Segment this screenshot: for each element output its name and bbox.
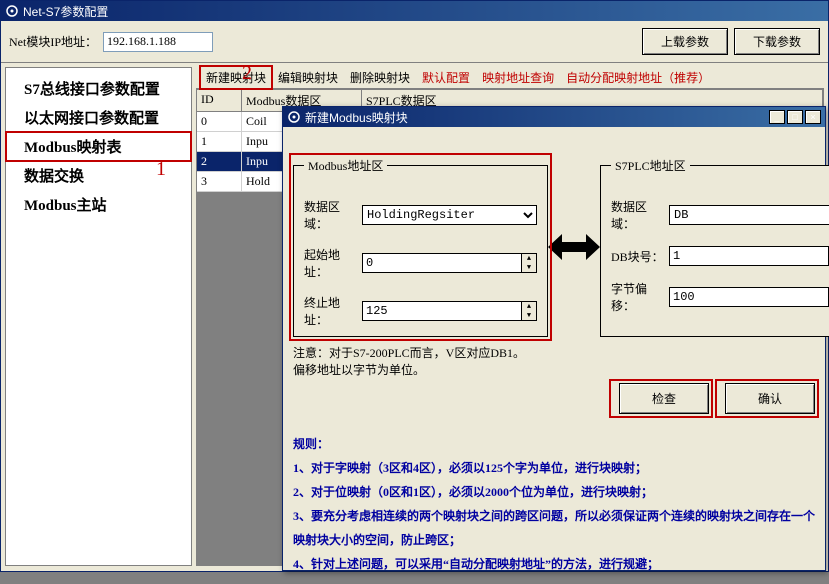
- tool-new-map[interactable]: 新建映射块: [200, 66, 272, 89]
- sidebar-item-s7bus[interactable]: S7总线接口参数配置: [6, 74, 191, 103]
- tool-edit-map[interactable]: 编辑映射块: [272, 66, 344, 89]
- main-title: Net-S7参数配置: [23, 3, 108, 20]
- tool-delete-map[interactable]: 删除映射块: [344, 66, 416, 89]
- sidebar: S7总线接口参数配置 以太网接口参数配置 Modbus映射表 数据交换 Modb…: [5, 67, 192, 566]
- modbus-data-area-label: 数据区域：: [304, 198, 362, 232]
- sidebar-item-modbus-map[interactable]: Modbus映射表: [6, 132, 191, 161]
- bidirectional-arrow-icon: [548, 225, 600, 269]
- modbus-end-label: 终止地址：: [304, 294, 362, 328]
- s7-dbnum-label: DB块号：: [611, 248, 669, 265]
- s7-offset-input[interactable]: [669, 287, 828, 307]
- s7-data-area-select[interactable]: DB: [669, 205, 829, 225]
- upload-button[interactable]: 上载参数: [642, 28, 728, 55]
- toolbar: 新建映射块 编辑映射块 删除映射块 默认配置 映射地址查询 自动分配映射地址（推…: [196, 67, 824, 89]
- rules-text: 规则： 1、对于字映射（3区和4区），必须以125个字为单位，进行块映射； 2、…: [293, 432, 815, 576]
- dialog-title: 新建Modbus映射块: [305, 109, 408, 126]
- minimize-icon[interactable]: _: [769, 110, 785, 124]
- rule-2: 2、对于位映射（0区和1区），必须以2000个位为单位，进行块映射；: [293, 480, 815, 504]
- maximize-icon[interactable]: □: [787, 110, 803, 124]
- modbus-end-spinner[interactable]: ▲▼: [362, 301, 537, 321]
- gear-icon: [287, 110, 301, 124]
- tool-auto-assign[interactable]: 自动分配映射地址（推荐）: [560, 66, 716, 89]
- s7-offset-spinner[interactable]: ▲▼: [669, 287, 829, 307]
- group-modbus-area: Modbus地址区 数据区域： HoldingRegsiter 起始地址： ▲▼…: [293, 157, 548, 337]
- group-s7-area: S7PLC地址区 数据区域： DB DB块号： ▲▼ 字节偏移：: [600, 157, 829, 337]
- sidebar-item-ethernet[interactable]: 以太网接口参数配置: [6, 103, 191, 132]
- sidebar-item-modbus-master[interactable]: Modbus主站: [6, 190, 191, 219]
- tool-default-config[interactable]: 默认配置: [416, 66, 476, 89]
- s7-dbnum-input[interactable]: [669, 246, 828, 266]
- modbus-area-legend: Modbus地址区: [304, 157, 387, 174]
- dialog-new-map: 新建Modbus映射块 _ □ × Modbus地址区 数据区域： Holdin…: [282, 106, 826, 571]
- ip-label: Net模块IP地址：: [9, 33, 97, 50]
- sidebar-item-data-exchange[interactable]: 数据交换: [6, 161, 191, 190]
- s7-data-area-label: 数据区域：: [611, 198, 669, 232]
- modbus-data-area-select[interactable]: HoldingRegsiter: [362, 205, 537, 225]
- col-id[interactable]: ID: [197, 90, 242, 111]
- s7-offset-label: 字节偏移：: [611, 280, 669, 314]
- tool-addr-query[interactable]: 映射地址查询: [476, 66, 560, 89]
- spin-up-icon[interactable]: ▲: [522, 254, 536, 263]
- topbar: Net模块IP地址： 上载参数 下载参数: [1, 21, 828, 63]
- ok-btn-frame: 确认: [719, 383, 815, 414]
- close-icon[interactable]: ×: [805, 110, 821, 124]
- rule-1: 1、对于字映射（3区和4区），必须以125个字为单位，进行块映射；: [293, 456, 815, 480]
- modbus-start-spinner[interactable]: ▲▼: [362, 253, 537, 273]
- note-text: 注意：对于S7-200PLC而言，V区对应DB1。 偏移地址以字节为单位。: [293, 345, 815, 379]
- main-titlebar: Net-S7参数配置: [1, 1, 828, 21]
- s7-dbnum-spinner[interactable]: ▲▼: [669, 246, 829, 266]
- download-button[interactable]: 下载参数: [734, 28, 820, 55]
- check-button[interactable]: 检查: [619, 383, 709, 414]
- spin-up-icon[interactable]: ▲: [522, 302, 536, 311]
- modbus-start-input[interactable]: [362, 253, 521, 273]
- modbus-start-label: 起始地址：: [304, 246, 362, 280]
- ok-button[interactable]: 确认: [725, 383, 815, 414]
- rule-3: 3、要充分考虑相连续的两个映射块之间的跨区问题，所以必须保证两个连续的映射块之间…: [293, 504, 815, 552]
- rules-header: 规则：: [293, 432, 815, 456]
- modbus-end-input[interactable]: [362, 301, 521, 321]
- spin-down-icon[interactable]: ▼: [522, 311, 536, 320]
- spin-down-icon[interactable]: ▼: [522, 263, 536, 272]
- ip-input[interactable]: [103, 32, 213, 52]
- dialog-titlebar[interactable]: 新建Modbus映射块 _ □ ×: [283, 107, 825, 127]
- check-btn-frame: 检查: [613, 383, 709, 414]
- gear-icon: [5, 4, 19, 18]
- s7-area-legend: S7PLC地址区: [611, 157, 690, 174]
